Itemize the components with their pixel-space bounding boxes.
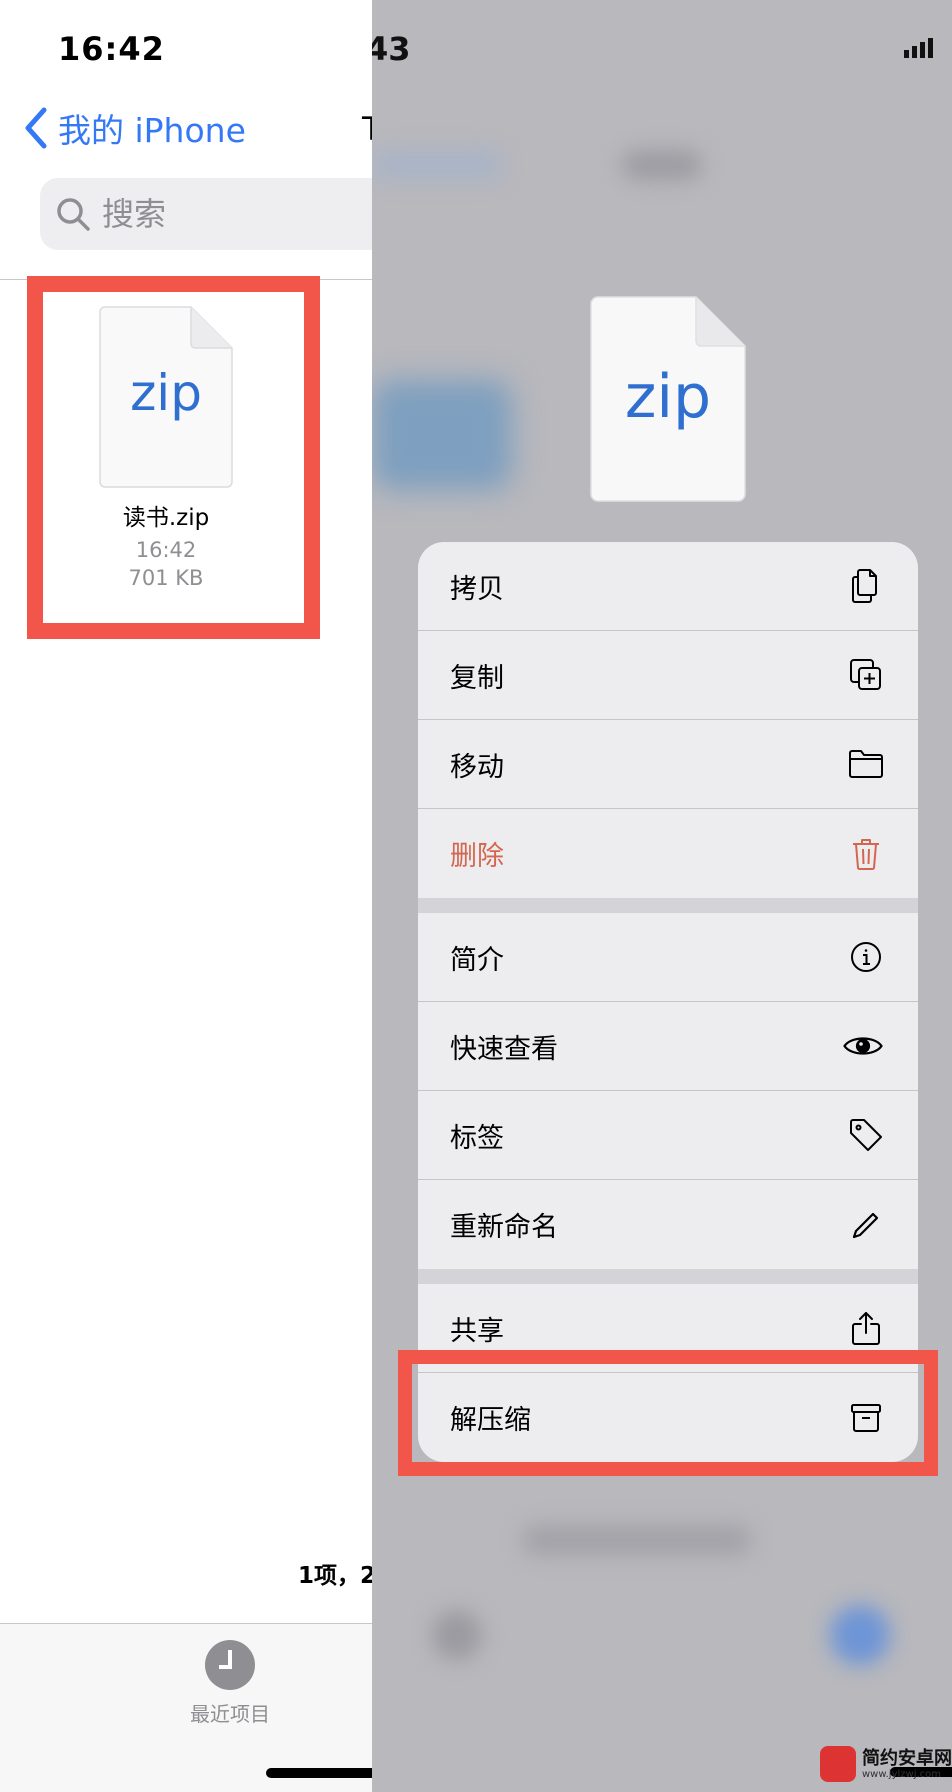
blurred-background bbox=[372, 150, 502, 180]
signal-icon bbox=[904, 38, 933, 58]
zip-preview-icon: zip bbox=[590, 296, 746, 502]
blurred-background bbox=[432, 1610, 482, 1660]
files-browser-panel: 16:42 我的 iPhone T zip 读书.zip 16:42 701 K… bbox=[0, 0, 372, 1792]
search-icon bbox=[57, 198, 90, 231]
status-bar-time-peek: 43 bbox=[372, 30, 411, 68]
menu-item-label: 共享 bbox=[450, 1315, 504, 1347]
pencil-icon bbox=[848, 1207, 884, 1243]
menu-item-label: 拷贝 bbox=[450, 573, 504, 605]
menu-group-separator bbox=[418, 898, 918, 913]
blurred-background bbox=[522, 1525, 752, 1555]
menu-item-delete[interactable]: 删除 bbox=[418, 809, 918, 898]
highlight-box-decompress bbox=[398, 1350, 938, 1476]
menu-item-label: 简介 bbox=[450, 944, 504, 976]
trash-icon bbox=[848, 836, 884, 872]
menu-item-label: 复制 bbox=[450, 662, 504, 694]
eye-icon bbox=[842, 1028, 884, 1064]
folder-icon bbox=[848, 746, 884, 782]
back-button-label: 我的 iPhone bbox=[58, 111, 246, 150]
chevron-left-icon bbox=[25, 107, 47, 149]
menu-item-label: 移动 bbox=[450, 751, 504, 783]
clock-icon bbox=[205, 1640, 255, 1690]
menu-item-label: 快速查看 bbox=[450, 1033, 558, 1065]
status-bar-time: 16:42 bbox=[58, 30, 165, 68]
share-icon bbox=[848, 1310, 884, 1346]
menu-item-label: 标签 bbox=[450, 1122, 504, 1154]
context-menu: 拷贝 复制 移动 删除 简介 快速查看 标签 重新命名 共享 解压缩 bbox=[418, 542, 918, 1462]
info-icon bbox=[848, 939, 884, 975]
search-input[interactable] bbox=[102, 195, 362, 233]
tag-icon bbox=[848, 1117, 884, 1153]
tab-recent-label: 最近项目 bbox=[190, 1702, 270, 1726]
item-count: 1项，2 bbox=[298, 1563, 372, 1589]
context-menu-overlay: 43 zip 拷贝 复制 移动 删除 简介 快速查看 标签 重新命名 共享 解压… bbox=[372, 0, 952, 1792]
menu-item-quick-look[interactable]: 快速查看 bbox=[418, 1002, 918, 1091]
watermark-logo-icon bbox=[820, 1746, 856, 1782]
watermark-title: 简约安卓网 bbox=[862, 1747, 952, 1769]
highlight-box-file bbox=[27, 276, 320, 639]
watermark-text: 简约安卓网 www.jylzwj.com bbox=[862, 1747, 952, 1780]
zip-preview-icon-text: zip bbox=[624, 362, 712, 432]
menu-item-label: 删除 bbox=[450, 841, 504, 872]
menu-item-tags[interactable]: 标签 bbox=[418, 1091, 918, 1180]
home-indicator-left bbox=[266, 1768, 372, 1778]
menu-item-duplicate[interactable]: 复制 bbox=[418, 631, 918, 720]
watermark-url: www.jylzwj.com bbox=[862, 1768, 942, 1780]
tab-recent[interactable]: 最近项目 bbox=[160, 1640, 300, 1727]
menu-item-label: 重新命名 bbox=[450, 1212, 558, 1243]
menu-group-separator bbox=[418, 1269, 918, 1284]
nav-title-peek: T bbox=[362, 110, 372, 148]
blurred-background bbox=[830, 1605, 890, 1665]
duplicate-icon bbox=[848, 657, 884, 693]
blurred-background bbox=[372, 380, 512, 490]
menu-item-move[interactable]: 移动 bbox=[418, 720, 918, 809]
search-field[interactable] bbox=[40, 178, 372, 250]
menu-item-info[interactable]: 简介 bbox=[418, 913, 918, 1002]
blurred-background bbox=[622, 150, 702, 180]
menu-item-rename[interactable]: 重新命名 bbox=[418, 1180, 918, 1269]
back-button[interactable]: 我的 iPhone bbox=[22, 104, 246, 152]
watermark: 简约安卓网 www.jylzwj.com bbox=[820, 1746, 952, 1782]
copy-icon bbox=[848, 568, 884, 604]
menu-item-copy[interactable]: 拷贝 bbox=[418, 542, 918, 631]
